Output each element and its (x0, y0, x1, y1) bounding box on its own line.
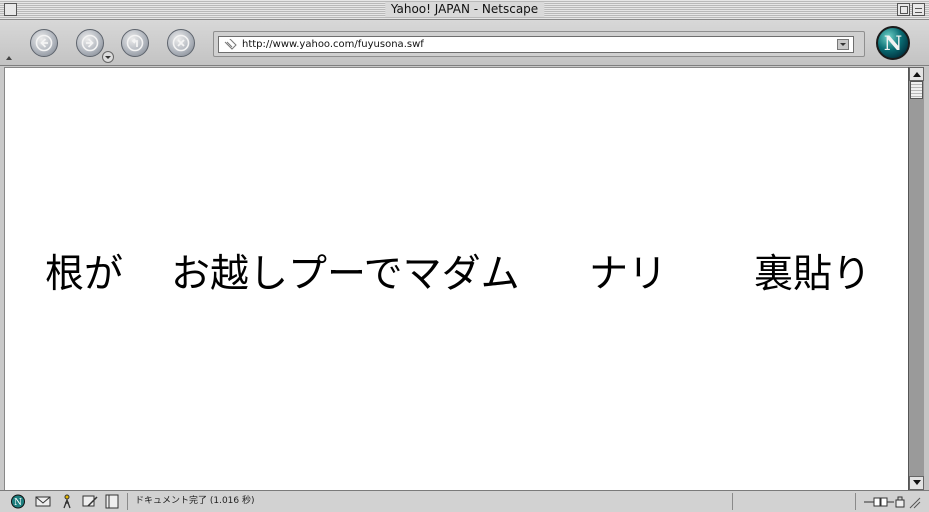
aim-icon[interactable] (59, 494, 75, 509)
location-bar: http://www.yahoo.com/fuyusona.swf (213, 31, 865, 57)
vertical-scrollbar[interactable] (908, 67, 924, 490)
window-title: Yahoo! JAPAN - Netscape (384, 2, 545, 17)
status-separator (732, 493, 733, 510)
svg-text:N: N (14, 498, 22, 508)
netscape-logo[interactable]: N (876, 26, 910, 60)
bookmark-page-icon[interactable] (224, 39, 237, 51)
scroll-thumb[interactable] (910, 81, 923, 99)
forward-arrow-icon (81, 34, 99, 52)
forward-button[interactable] (76, 29, 104, 57)
mail-icon[interactable] (35, 494, 51, 509)
navigation-toolbar: http://www.yahoo.com/fuyusona.swf N (0, 20, 929, 66)
online-status-icon[interactable] (862, 495, 922, 509)
status-separator (127, 493, 128, 510)
zoom-box[interactable] (897, 3, 910, 16)
back-arrow-icon (35, 34, 53, 52)
headline-segment: お越しプーでマダム (171, 252, 520, 297)
url-input[interactable]: http://www.yahoo.com/fuyusona.swf (218, 36, 854, 53)
back-button[interactable] (30, 29, 58, 57)
status-separator (855, 493, 856, 510)
stop-button[interactable] (167, 29, 195, 57)
netscape-icon[interactable]: N (10, 494, 26, 509)
title-bar[interactable]: Yahoo! JAPAN - Netscape (0, 0, 929, 20)
url-text: http://www.yahoo.com/fuyusona.swf (242, 39, 424, 50)
close-box[interactable] (4, 3, 17, 16)
stop-icon (172, 34, 190, 52)
url-history-dropdown[interactable] (837, 39, 849, 50)
address-book-icon[interactable] (104, 494, 120, 509)
headline-segment: ナリ (589, 252, 668, 297)
page-content: 根が お越しプーでマダム ナリ 裏貼り (4, 67, 908, 490)
reload-icon (126, 34, 144, 52)
scroll-down-button[interactable] (909, 476, 924, 490)
toolbar-collapse-icon[interactable] (6, 56, 12, 60)
collapse-box[interactable] (912, 3, 925, 16)
scroll-up-button[interactable] (909, 67, 924, 81)
reload-button[interactable] (121, 29, 149, 57)
composer-icon[interactable] (82, 494, 98, 509)
window-edge (924, 67, 929, 490)
status-bar: N ドキュメント完了 (1.016 秒) (0, 490, 929, 512)
headline-segment: 根が (45, 252, 124, 297)
forward-history-dropdown[interactable] (102, 51, 114, 63)
status-message: ドキュメント完了 (1.016 秒) (135, 496, 255, 506)
headline-segment: 裏貼り (754, 252, 872, 297)
